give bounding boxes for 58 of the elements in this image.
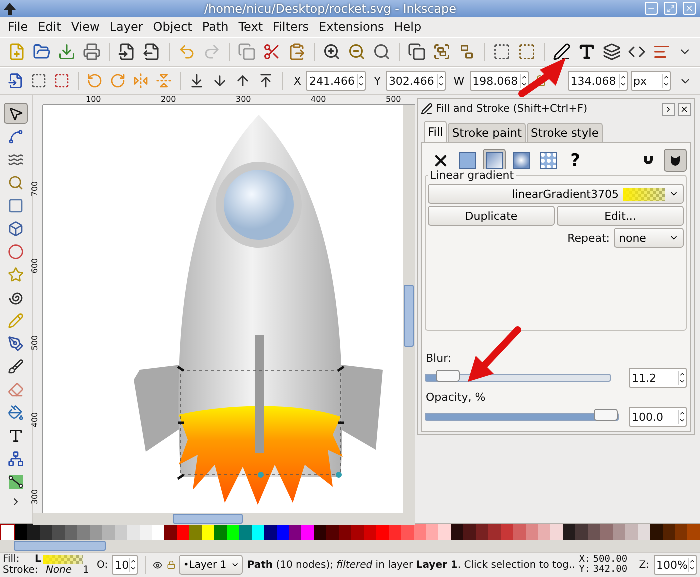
ruler-label: 400 [311,96,326,104]
opacity-field[interactable]: 100.0 [629,407,687,427]
panel-tab[interactable]: Fill [424,121,448,142]
menu-item[interactable]: Text [234,18,268,36]
x-coordinate: 500.00 [593,555,629,565]
fill-label: Fill: [3,554,21,565]
width-field[interactable]: 198.068 [470,71,530,91]
menu-item[interactable]: Help [390,18,426,36]
status-message: Path (10 nodes); filtered in layer Layer 1. Click selection to tog.. [247,560,576,570]
zoom-field[interactable]: 100% [654,555,697,575]
menu-item[interactable]: Extensions [315,18,388,36]
ruler-label: 400 [32,412,40,428]
y-field[interactable]: 302.466 [386,71,446,91]
width-label: W [454,74,465,88]
paint-type-button[interactable]: ? [564,149,587,172]
blur-field[interactable]: 11.2 [629,368,687,388]
height-field[interactable]: 134.068 [568,71,628,91]
menu-item[interactable]: Path [198,18,233,36]
repeat-dropdown[interactable]: none [614,228,684,248]
unit-dropdown[interactable]: px [630,71,672,91]
opacity-label: O: [97,560,108,570]
panel-tab[interactable]: Stroke paint [448,123,526,142]
x-label: X: [579,555,592,565]
edit-button[interactable]: Edit... [557,206,684,226]
layer-dropdown[interactable]: •Layer 1 [179,555,244,575]
zoom-label: Z: [639,560,650,570]
fill-type: L [35,554,42,565]
y-label: Y [374,74,381,88]
ruler-label: 500 [32,335,40,351]
opacity-label: Opacity, % [426,391,487,404]
menu-item[interactable]: Edit [34,18,66,36]
blur-label: Blur: [426,352,453,365]
x-field[interactable]: 241.466 [306,71,366,91]
menu-item[interactable]: File [4,18,32,36]
ruler-label: 300 [236,96,252,104]
window-title: /home/nicu/Desktop/rocket.svg - Inkscape [203,2,458,16]
stroke-label: Stroke: [3,565,35,576]
opacity-field[interactable]: 10 [112,555,138,575]
duplicate-button[interactable]: Duplicate [428,206,555,226]
ruler-label: 500 [386,96,402,104]
menu-item[interactable]: Filters [269,18,314,36]
ruler-label: 100 [86,96,102,104]
ruler-label: 300 [32,489,40,505]
frame-heading: Linear gradient [428,169,516,182]
menu-item[interactable]: View [67,18,104,36]
panel-tab[interactable]: Stroke style [527,123,603,142]
menu-item[interactable]: Object [149,18,196,36]
ruler-label: 600 [32,258,40,274]
ruler-label: 200 [161,96,176,104]
menu-item[interactable]: Layer [106,18,148,36]
stroke-width: 1 [83,565,90,576]
panel-title: Fill and Stroke (Shift+Ctrl+F) [436,103,589,115]
y-label: Y: [579,565,592,575]
gradient-dropdown[interactable]: linearGradient3705 [428,184,684,204]
y-coordinate: 342.00 [593,565,629,575]
ruler-label: 700 [32,181,40,197]
x-label: X [294,74,302,88]
repeat-label: Repeat: [568,232,610,244]
